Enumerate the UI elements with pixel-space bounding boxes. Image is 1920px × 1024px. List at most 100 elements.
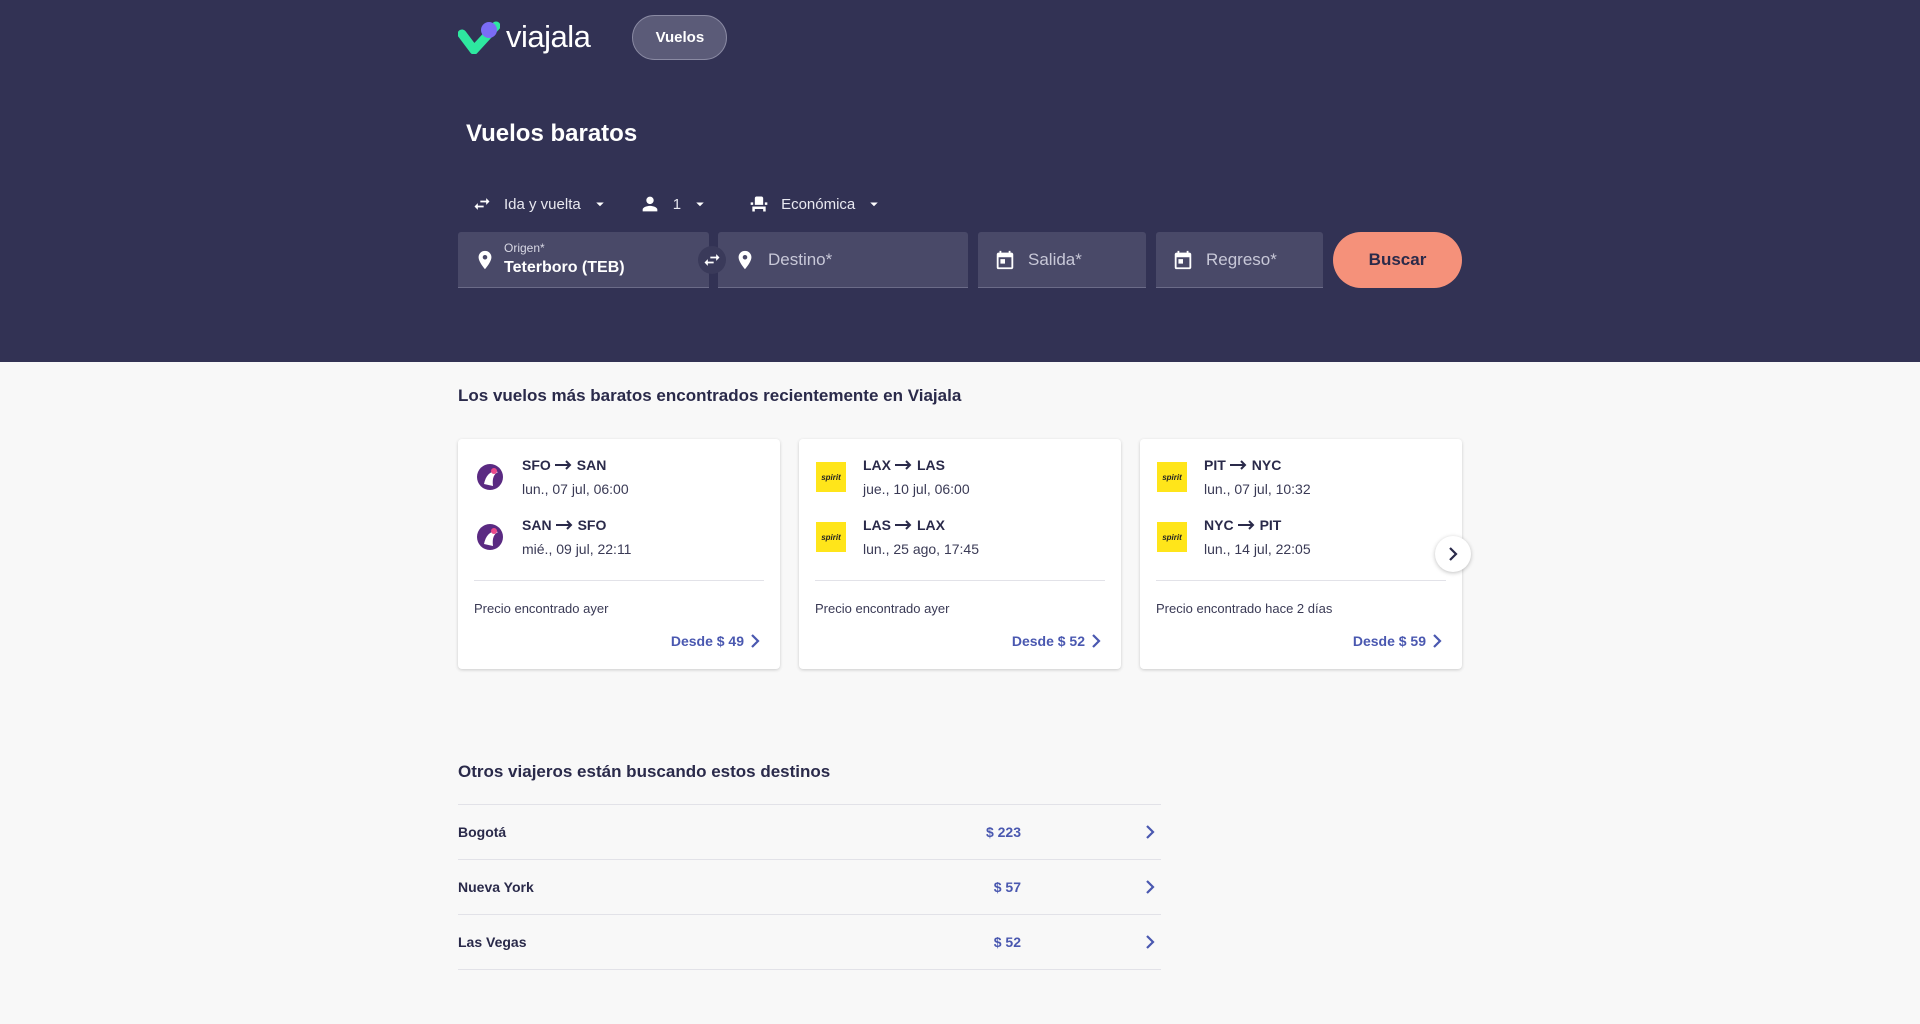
deal-cards: SFO SAN lun., 07 jul, 06:00 SAN SFO mié.… — [458, 439, 1462, 669]
hero-banner: viajala Vuelos Vuelos baratos Ida y vuel… — [0, 0, 1920, 362]
destination-code: SFO — [577, 517, 607, 533]
origin-field[interactable]: Origen* Teterboro (TEB) — [458, 232, 726, 288]
calendar-icon — [1174, 250, 1192, 269]
location-pin-icon — [478, 250, 492, 269]
destination-name: Bogotá — [458, 824, 507, 840]
calendar-icon — [996, 250, 1014, 269]
search-button[interactable]: Buscar — [1333, 232, 1462, 288]
arrow-right-icon — [1229, 460, 1247, 470]
deal-price: Desde $ 49 — [670, 633, 744, 649]
brand-name: viajala — [506, 19, 591, 54]
spirit-logo-icon: spirit — [1156, 461, 1188, 493]
top-bar: viajala Vuelos — [458, 14, 1462, 60]
leg-date: mié., 09 jul, 22:11 — [522, 541, 632, 557]
destination-name: Las Vegas — [458, 934, 527, 950]
destination-code: SAN — [576, 457, 607, 473]
chevron-right-icon — [1146, 880, 1155, 894]
arrow-right-icon — [555, 520, 572, 530]
route: SFO SAN — [522, 457, 629, 473]
arrow-right-icon — [895, 520, 912, 530]
chevron-right-icon — [1146, 935, 1155, 949]
destination-field[interactable]: Destino* — [718, 232, 968, 288]
chevron-right-icon — [1146, 825, 1155, 839]
chevron-right-icon — [1092, 634, 1101, 648]
divider — [474, 580, 764, 581]
deal-price-link[interactable]: Desde $ 52 — [1012, 633, 1101, 649]
deal-price: Desde $ 59 — [1352, 633, 1426, 649]
route: LAS LAX — [863, 517, 979, 533]
popular-destinations-title: Otros viajeros están buscando estos dest… — [458, 762, 831, 781]
passengers-select[interactable]: 1 — [639, 193, 709, 215]
origin-code: NYC — [1204, 517, 1234, 533]
deal-card[interactable]: spirit PIT NYC lun., 07 jul, 10:32 spiri… — [1140, 439, 1462, 669]
chevron-right-icon — [751, 634, 760, 648]
destination-price: $ 52 — [993, 934, 1021, 950]
route: SAN SFO — [522, 517, 631, 533]
list-item-partial — [458, 969, 1161, 1024]
leg-date: jue., 10 jul, 06:00 — [863, 481, 970, 497]
spirit-logo-icon: spirit — [1156, 521, 1188, 553]
cabin-label: Económica — [781, 195, 856, 213]
destination-code: LAX — [917, 517, 945, 533]
seat-icon — [750, 196, 768, 212]
flight-leg: spirit PIT NYC lun., 07 jul, 10:32 — [1156, 457, 1446, 517]
list-item[interactable]: Bogotá $ 223 — [458, 804, 1161, 859]
cabin-select[interactable]: Económica — [749, 194, 883, 214]
flight-leg: SAN SFO mié., 09 jul, 22:11 — [474, 517, 764, 577]
price-found-time: Precio encontrado ayer — [815, 601, 950, 616]
deal-card[interactable]: SFO SAN lun., 07 jul, 06:00 SAN SFO mié.… — [458, 439, 780, 669]
destination-price: $ 57 — [993, 879, 1021, 895]
price-found-time: Precio encontrado hace 2 días — [1156, 601, 1333, 616]
flight-leg: spirit LAS LAX lun., 25 ago, 17:45 — [815, 517, 1105, 577]
spirit-logo-icon: spirit — [815, 521, 847, 553]
price-found-time: Precio encontrado ayer — [474, 601, 609, 616]
list-item[interactable]: Las Vegas $ 52 — [458, 914, 1161, 969]
destination-code: LAS — [917, 457, 945, 473]
flight-leg: SFO SAN lun., 07 jul, 06:00 — [474, 457, 764, 517]
search-form: Origen* Teterboro (TEB) Destino* Salida*… — [458, 232, 1462, 288]
caret-down-icon — [696, 202, 704, 207]
return-placeholder: Regreso* — [1206, 249, 1277, 269]
carousel-next-button[interactable] — [1435, 536, 1471, 572]
swap-icon — [704, 254, 720, 266]
hawaiian-airlines-logo-icon — [474, 461, 506, 493]
swap-airports-button[interactable] — [698, 246, 726, 274]
popular-destinations-list: Bogotá $ 223 Nueva York $ 57 Las Vegas $… — [458, 804, 1161, 1024]
trip-type-label: Ida y vuelta — [504, 195, 581, 213]
leg-date: lun., 14 jul, 22:05 — [1204, 541, 1311, 557]
route: NYC PIT — [1204, 517, 1311, 533]
swap-horizontal-icon — [474, 198, 490, 210]
leg-date: lun., 07 jul, 10:32 — [1204, 481, 1311, 497]
caret-down-icon — [595, 202, 604, 207]
departure-date-field[interactable]: Salida* — [978, 232, 1146, 288]
departure-placeholder: Salida* — [1028, 249, 1082, 269]
flight-leg: spirit LAX LAS jue., 10 jul, 06:00 — [815, 457, 1105, 517]
arrow-right-icon — [1237, 520, 1254, 530]
deal-price-link[interactable]: Desde $ 59 — [1353, 633, 1442, 649]
destination-code: NYC — [1251, 457, 1282, 473]
origin-code: LAX — [863, 457, 891, 473]
origin-code: SAN — [522, 517, 552, 533]
return-date-field[interactable]: Regreso* — [1156, 232, 1323, 288]
deals-title: Los vuelos más baratos encontrados recie… — [458, 386, 962, 405]
destination-name: Nueva York — [458, 879, 534, 895]
origin-code: SFO — [522, 457, 551, 473]
divider — [815, 580, 1105, 581]
brand-logo[interactable]: viajala — [458, 19, 591, 55]
nav-flights-button[interactable]: Vuelos — [632, 14, 728, 60]
deal-card[interactable]: spirit LAX LAS jue., 10 jul, 06:00 spiri… — [799, 439, 1121, 669]
origin-code: PIT — [1204, 457, 1226, 473]
arrow-right-icon — [554, 460, 572, 470]
spirit-logo-icon: spirit — [815, 461, 847, 493]
flight-leg: spirit NYC PIT lun., 14 jul, 22:05 — [1156, 517, 1446, 577]
list-item[interactable]: Nueva York $ 57 — [458, 859, 1161, 914]
divider — [1156, 580, 1446, 581]
passengers-label: 1 — [672, 195, 682, 213]
deal-price-link[interactable]: Desde $ 49 — [671, 633, 760, 649]
origin-label: Origen* — [504, 241, 545, 255]
deal-price: Desde $ 52 — [1011, 633, 1085, 649]
caret-down-icon — [870, 202, 879, 207]
destination-price: $ 223 — [985, 824, 1021, 840]
leg-date: lun., 25 ago, 17:45 — [863, 541, 979, 557]
trip-type-select[interactable]: Ida y vuelta — [472, 194, 609, 214]
